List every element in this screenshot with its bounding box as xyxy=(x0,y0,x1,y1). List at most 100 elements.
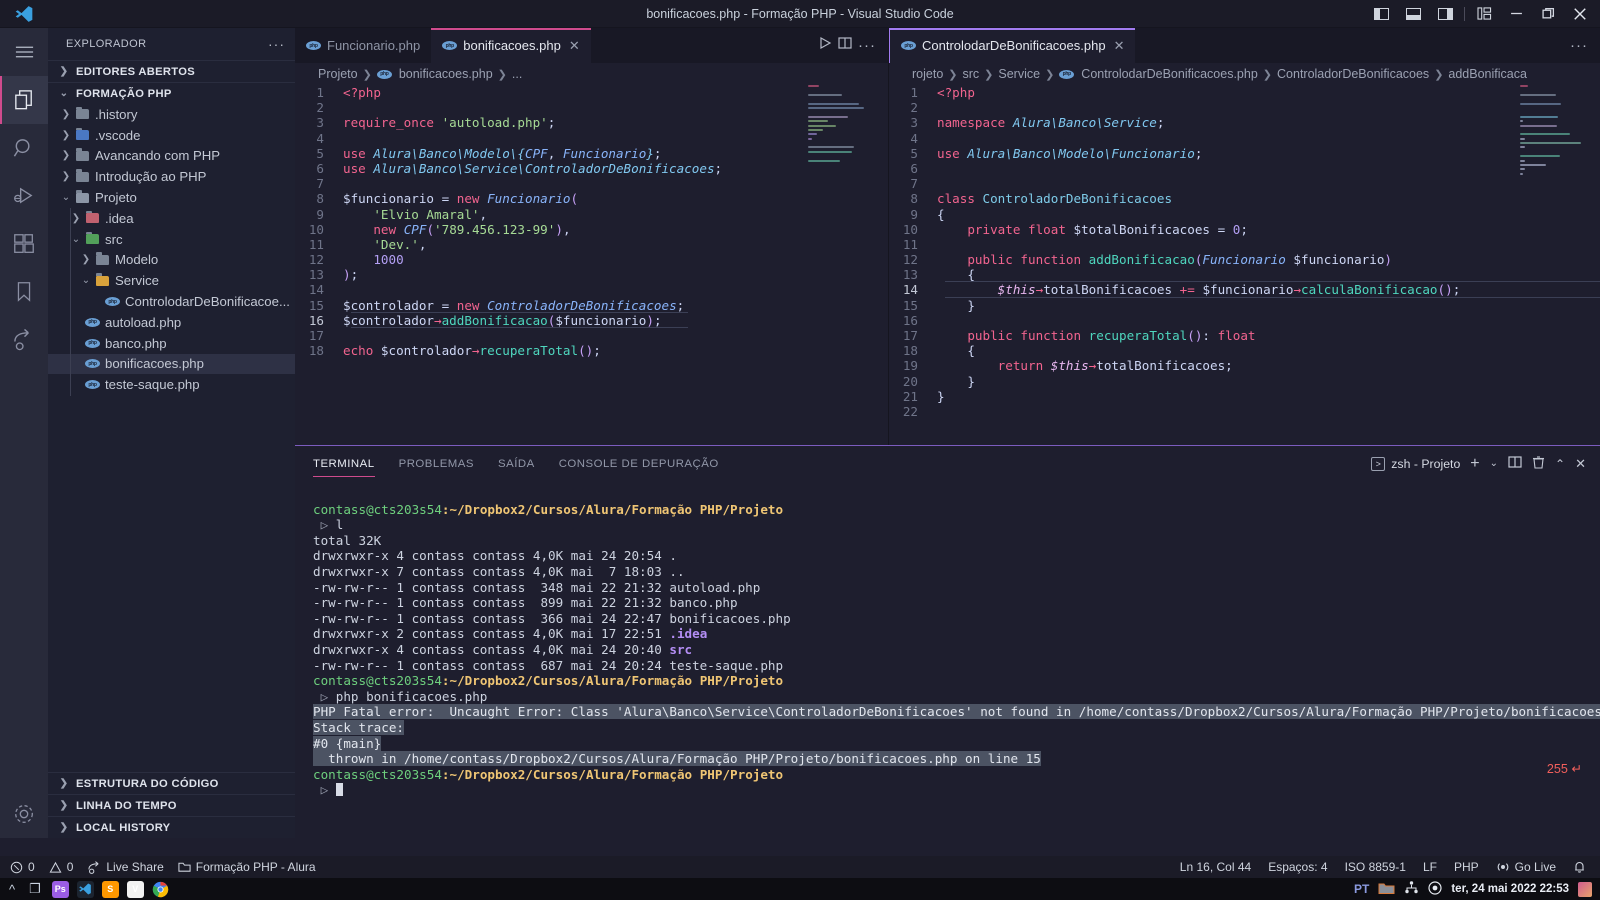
tree-folder-item[interactable]: ⌄ src xyxy=(48,229,295,250)
editor-tab[interactable]: bonificacoes.php ✕ xyxy=(431,28,592,63)
language-indicator[interactable]: PT xyxy=(1354,882,1369,896)
task-view-icon[interactable]: ❐ xyxy=(26,881,44,897)
section-open-editors[interactable]: ❯ EDITORES ABERTOS xyxy=(48,60,295,82)
section-workspace[interactable]: ⌄ FORMAÇÃO PHP xyxy=(48,82,295,104)
search-icon[interactable] xyxy=(0,124,48,172)
status-workspace[interactable]: Formação PHP - Alura xyxy=(178,860,316,874)
section-local-history[interactable]: ❯ LOCAL HISTORY xyxy=(48,816,295,838)
run-icon[interactable] xyxy=(818,36,832,55)
code-editor-left[interactable]: 1 <?php 2 3 require_once 'autoload.php'; 4 5 us… xyxy=(295,85,888,445)
status-eol[interactable]: LF xyxy=(1423,860,1437,874)
panel-left-icon[interactable] xyxy=(1365,0,1397,28)
restore-button[interactable] xyxy=(1532,0,1564,28)
minimize-button[interactable] xyxy=(1500,0,1532,28)
tree-folder-item[interactable]: ❯ Modelo xyxy=(48,250,295,271)
extensions-icon[interactable] xyxy=(0,220,48,268)
tree-folder-item[interactable]: ❯ .vscode xyxy=(48,125,295,146)
terminal-selector[interactable]: > zsh - Projeto xyxy=(1371,456,1460,471)
breadcrumb-item[interactable]: src xyxy=(963,67,980,81)
line-number: 3 xyxy=(910,115,918,131)
section-timeline[interactable]: ❯ LINHA DO TEMPO xyxy=(48,794,295,816)
status-notifications[interactable] xyxy=(1573,860,1586,874)
breadcrumb-item[interactable]: Projeto xyxy=(318,67,358,81)
breadcrumb-item[interactable]: Service xyxy=(998,67,1040,81)
breadcrumb-item[interactable]: rojeto xyxy=(912,67,943,81)
editor-tab[interactable]: Funcionario.php xyxy=(295,28,432,63)
minimap-left[interactable] xyxy=(808,85,874,205)
clock[interactable]: ter, 24 mai 2022 22:53 xyxy=(1451,883,1569,895)
code-line-text: $funcionario = new Funcionario( xyxy=(343,191,579,207)
notification-gradient-icon[interactable] xyxy=(1578,881,1592,897)
tree-item-label: Avancando com PHP xyxy=(95,148,221,164)
split-terminal-icon[interactable] xyxy=(1508,455,1522,472)
status-encoding[interactable]: ISO 8859-1 xyxy=(1345,860,1406,874)
explorer-more-actions-icon[interactable]: ··· xyxy=(268,36,285,52)
layout-customize-icon[interactable] xyxy=(1468,0,1500,28)
tree-file-item[interactable]: teste-saque.php xyxy=(48,374,295,395)
vim-icon[interactable]: V xyxy=(126,880,144,898)
bookmarks-icon[interactable] xyxy=(0,268,48,316)
explorer-icon[interactable] xyxy=(0,76,48,124)
status-cursor-position[interactable]: Ln 16, Col 44 xyxy=(1180,860,1251,874)
sublime-text-icon[interactable]: S xyxy=(101,880,119,898)
minimap-right[interactable] xyxy=(1520,85,1586,205)
close-panel-icon[interactable]: ✕ xyxy=(1575,456,1586,472)
more-actions-icon[interactable]: ··· xyxy=(858,37,876,54)
section-outline[interactable]: ❯ ESTRUTURA DO CÓDIGO xyxy=(48,772,295,794)
maximize-panel-icon[interactable]: ⌃ xyxy=(1555,457,1565,471)
close-button[interactable] xyxy=(1564,0,1596,28)
editor-scrollbar-left[interactable] xyxy=(876,85,888,445)
folder-icon[interactable] xyxy=(1378,881,1395,898)
more-actions-icon[interactable]: ··· xyxy=(1570,37,1588,54)
tree-folder-item[interactable]: ❯ Avancando com PHP xyxy=(48,146,295,167)
tree-file-item[interactable]: banco.php xyxy=(48,333,295,354)
panel-right-icon[interactable] xyxy=(1429,0,1461,28)
terminal-output[interactable]: contass@cts203s54:~/Dropbox2/Cursos/Alur… xyxy=(295,486,1600,838)
status-remote-warnings[interactable]: 0 xyxy=(49,860,73,874)
status-remote-errors[interactable]: 0 xyxy=(10,860,35,874)
tree-folder-item[interactable]: ⌄ Service xyxy=(48,270,295,291)
photoshop-icon[interactable]: Ps xyxy=(51,880,69,898)
network-icon[interactable] xyxy=(1404,881,1419,897)
panel-tab[interactable]: CONSOLE DE DEPURAÇÃO xyxy=(559,446,719,481)
chevron-down-icon[interactable]: ⌄ xyxy=(1490,458,1498,469)
breadcrumb-item[interactable]: ... xyxy=(512,67,522,81)
run-debug-icon[interactable] xyxy=(0,172,48,220)
show-hidden-icons[interactable]: ^ xyxy=(6,882,18,897)
tree-folder-item[interactable]: ❯ .idea xyxy=(48,208,295,229)
panel-bottom-icon[interactable] xyxy=(1397,0,1429,28)
breadcrumb-item[interactable]: bonificacoes.php xyxy=(399,67,493,81)
close-tab-icon[interactable]: ✕ xyxy=(569,38,580,54)
settings-gear-icon[interactable] xyxy=(0,790,48,838)
status-live-share[interactable]: Live Share xyxy=(87,860,164,874)
editor-scrollbar-right[interactable] xyxy=(1588,85,1600,445)
editor-tab[interactable]: ControlodarDeBonificacoes.php ✕ xyxy=(889,28,1136,63)
tree-folder-item[interactable]: ❯ Introdução ao PHP xyxy=(48,166,295,187)
vscode-icon[interactable] xyxy=(76,880,94,898)
status-indentation[interactable]: Espaços: 4 xyxy=(1268,860,1327,874)
kill-terminal-icon[interactable] xyxy=(1532,455,1545,472)
tree-folder-item[interactable]: ❯ .history xyxy=(48,104,295,125)
split-editor-icon[interactable] xyxy=(838,36,852,55)
live-share-icon[interactable] xyxy=(0,316,48,364)
status-go-live[interactable]: Go Live xyxy=(1496,860,1556,874)
breadcrumb-item[interactable]: addBonificaca xyxy=(1448,67,1527,81)
record-icon[interactable] xyxy=(1428,880,1442,898)
tree-file-item[interactable]: ControlodarDeBonificacoe... xyxy=(48,291,295,312)
code-editor-right[interactable]: 1 <?php 2 3 namespace Alura\Banco\Service; 4 5… xyxy=(889,85,1600,445)
tree-folder-item[interactable]: ⌄ Projeto xyxy=(48,187,295,208)
panel-tab[interactable]: PROBLEMAS xyxy=(399,446,474,481)
new-terminal-icon[interactable]: + xyxy=(1470,455,1479,473)
breadcrumb-item[interactable]: ControlodarDeBonificacoes.php xyxy=(1081,67,1258,81)
close-tab-icon[interactable]: ✕ xyxy=(1114,38,1125,54)
breadcrumb-item[interactable]: ControladorDeBonificacoes xyxy=(1277,67,1429,81)
chevron-right-icon: ❯ xyxy=(59,66,69,77)
tree-file-item[interactable]: bonificacoes.php xyxy=(48,353,295,375)
chrome-icon[interactable] xyxy=(152,881,169,898)
tree-file-item[interactable]: autoload.php xyxy=(48,312,295,333)
status-language-mode[interactable]: PHP xyxy=(1454,860,1479,874)
menu-icon[interactable] xyxy=(0,28,48,76)
panel-tab[interactable]: TERMINAL xyxy=(313,446,375,481)
panel-tab[interactable]: SAÍDA xyxy=(498,446,535,481)
tree-item-label: Service xyxy=(115,273,159,289)
